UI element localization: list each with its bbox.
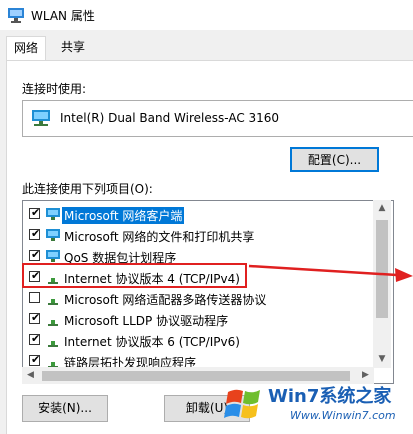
protocol-icon xyxy=(48,299,58,305)
scroll-up-icon[interactable]: ▲ xyxy=(373,200,391,217)
list-item[interactable]: Microsoft 网络适配器多路传送器协议 xyxy=(23,288,375,309)
tab-sharing[interactable]: 共享 xyxy=(54,36,92,58)
check-mark-icon: ✔ xyxy=(31,248,41,261)
check-mark-icon: ✔ xyxy=(31,311,41,324)
watermark-title: Win7系统之家 xyxy=(268,386,392,407)
item-checkbox[interactable]: ✔ xyxy=(29,332,41,345)
install-button[interactable]: 安装(N)... xyxy=(22,395,108,422)
item-checkbox[interactable]: ✔ xyxy=(29,353,41,366)
item-checkbox[interactable]: ✔ xyxy=(29,311,41,324)
install-button-label: 安装(N)... xyxy=(38,401,92,415)
connect-using-label: 连接时使用: xyxy=(22,82,87,96)
wlan-icon xyxy=(8,8,24,23)
item-checkbox[interactable]: ✔ xyxy=(29,227,41,240)
adapter-box: Intel(R) Dual Band Wireless-AC 3160 xyxy=(22,100,413,137)
protocol-icon xyxy=(48,320,58,326)
configure-button[interactable]: 配置(C)... xyxy=(290,147,379,172)
annotation-arrow-icon xyxy=(248,264,413,282)
item-label: Microsoft LLDP 协议驱动程序 xyxy=(64,314,229,328)
item-checkbox[interactable]: ✔ xyxy=(29,206,41,219)
protocol-icon xyxy=(48,341,58,347)
configure-button-label: 配置(C)... xyxy=(307,153,362,167)
item-label: Microsoft 网络的文件和打印机共享 xyxy=(64,230,255,244)
item-label: Microsoft 网络客户端 xyxy=(62,207,185,224)
list-item[interactable]: ✔ Microsoft 网络的文件和打印机共享 xyxy=(23,225,375,246)
tab-network-label: 网络 xyxy=(13,41,38,55)
scroll-down-icon[interactable]: ▼ xyxy=(373,351,391,368)
watermark-url: Www.Winwin7.com xyxy=(290,409,396,422)
item-label: Internet 协议版本 6 (TCP/IPv6) xyxy=(64,335,240,349)
item-label: Microsoft 网络适配器多路传送器协议 xyxy=(64,293,267,307)
item-checkbox[interactable]: ✔ xyxy=(29,248,41,261)
title-bar: WLAN 属性 xyxy=(0,0,413,30)
network-client-icon xyxy=(46,229,60,241)
adapter-name: Intel(R) Dual Band Wireless-AC 3160 xyxy=(60,111,280,125)
tab-network[interactable]: 网络 xyxy=(6,36,46,61)
watermark: Win7系统之家 Www.Winwin7.com xyxy=(220,380,413,434)
windows-logo-icon xyxy=(224,389,260,419)
tab-sharing-label: 共享 xyxy=(60,40,85,54)
list-item[interactable]: ✔ Microsoft LLDP 协议驱动程序 xyxy=(23,309,375,330)
annotation-highlight-box xyxy=(22,263,247,288)
check-mark-icon: ✔ xyxy=(31,206,41,219)
check-mark-icon: ✔ xyxy=(31,353,41,366)
check-mark-icon: ✔ xyxy=(31,332,41,345)
network-adapter-icon xyxy=(32,110,50,126)
items-label: 此连接使用下列项目(O): xyxy=(22,182,153,196)
items-list[interactable]: ✔ Microsoft 网络客户端 ✔ Microsoft 网络的文件和打印机共… xyxy=(22,200,394,384)
scroll-left-icon[interactable]: ◀ xyxy=(22,367,39,384)
network-client-icon xyxy=(46,208,60,220)
network-client-icon xyxy=(46,250,60,262)
check-mark-icon: ✔ xyxy=(31,227,41,240)
window-title: WLAN 属性 xyxy=(31,9,95,23)
list-item[interactable]: ✔ Internet 协议版本 6 (TCP/IPv6) xyxy=(23,330,375,351)
list-item[interactable]: ✔ Microsoft 网络客户端 xyxy=(23,204,375,225)
item-checkbox[interactable] xyxy=(29,292,40,303)
